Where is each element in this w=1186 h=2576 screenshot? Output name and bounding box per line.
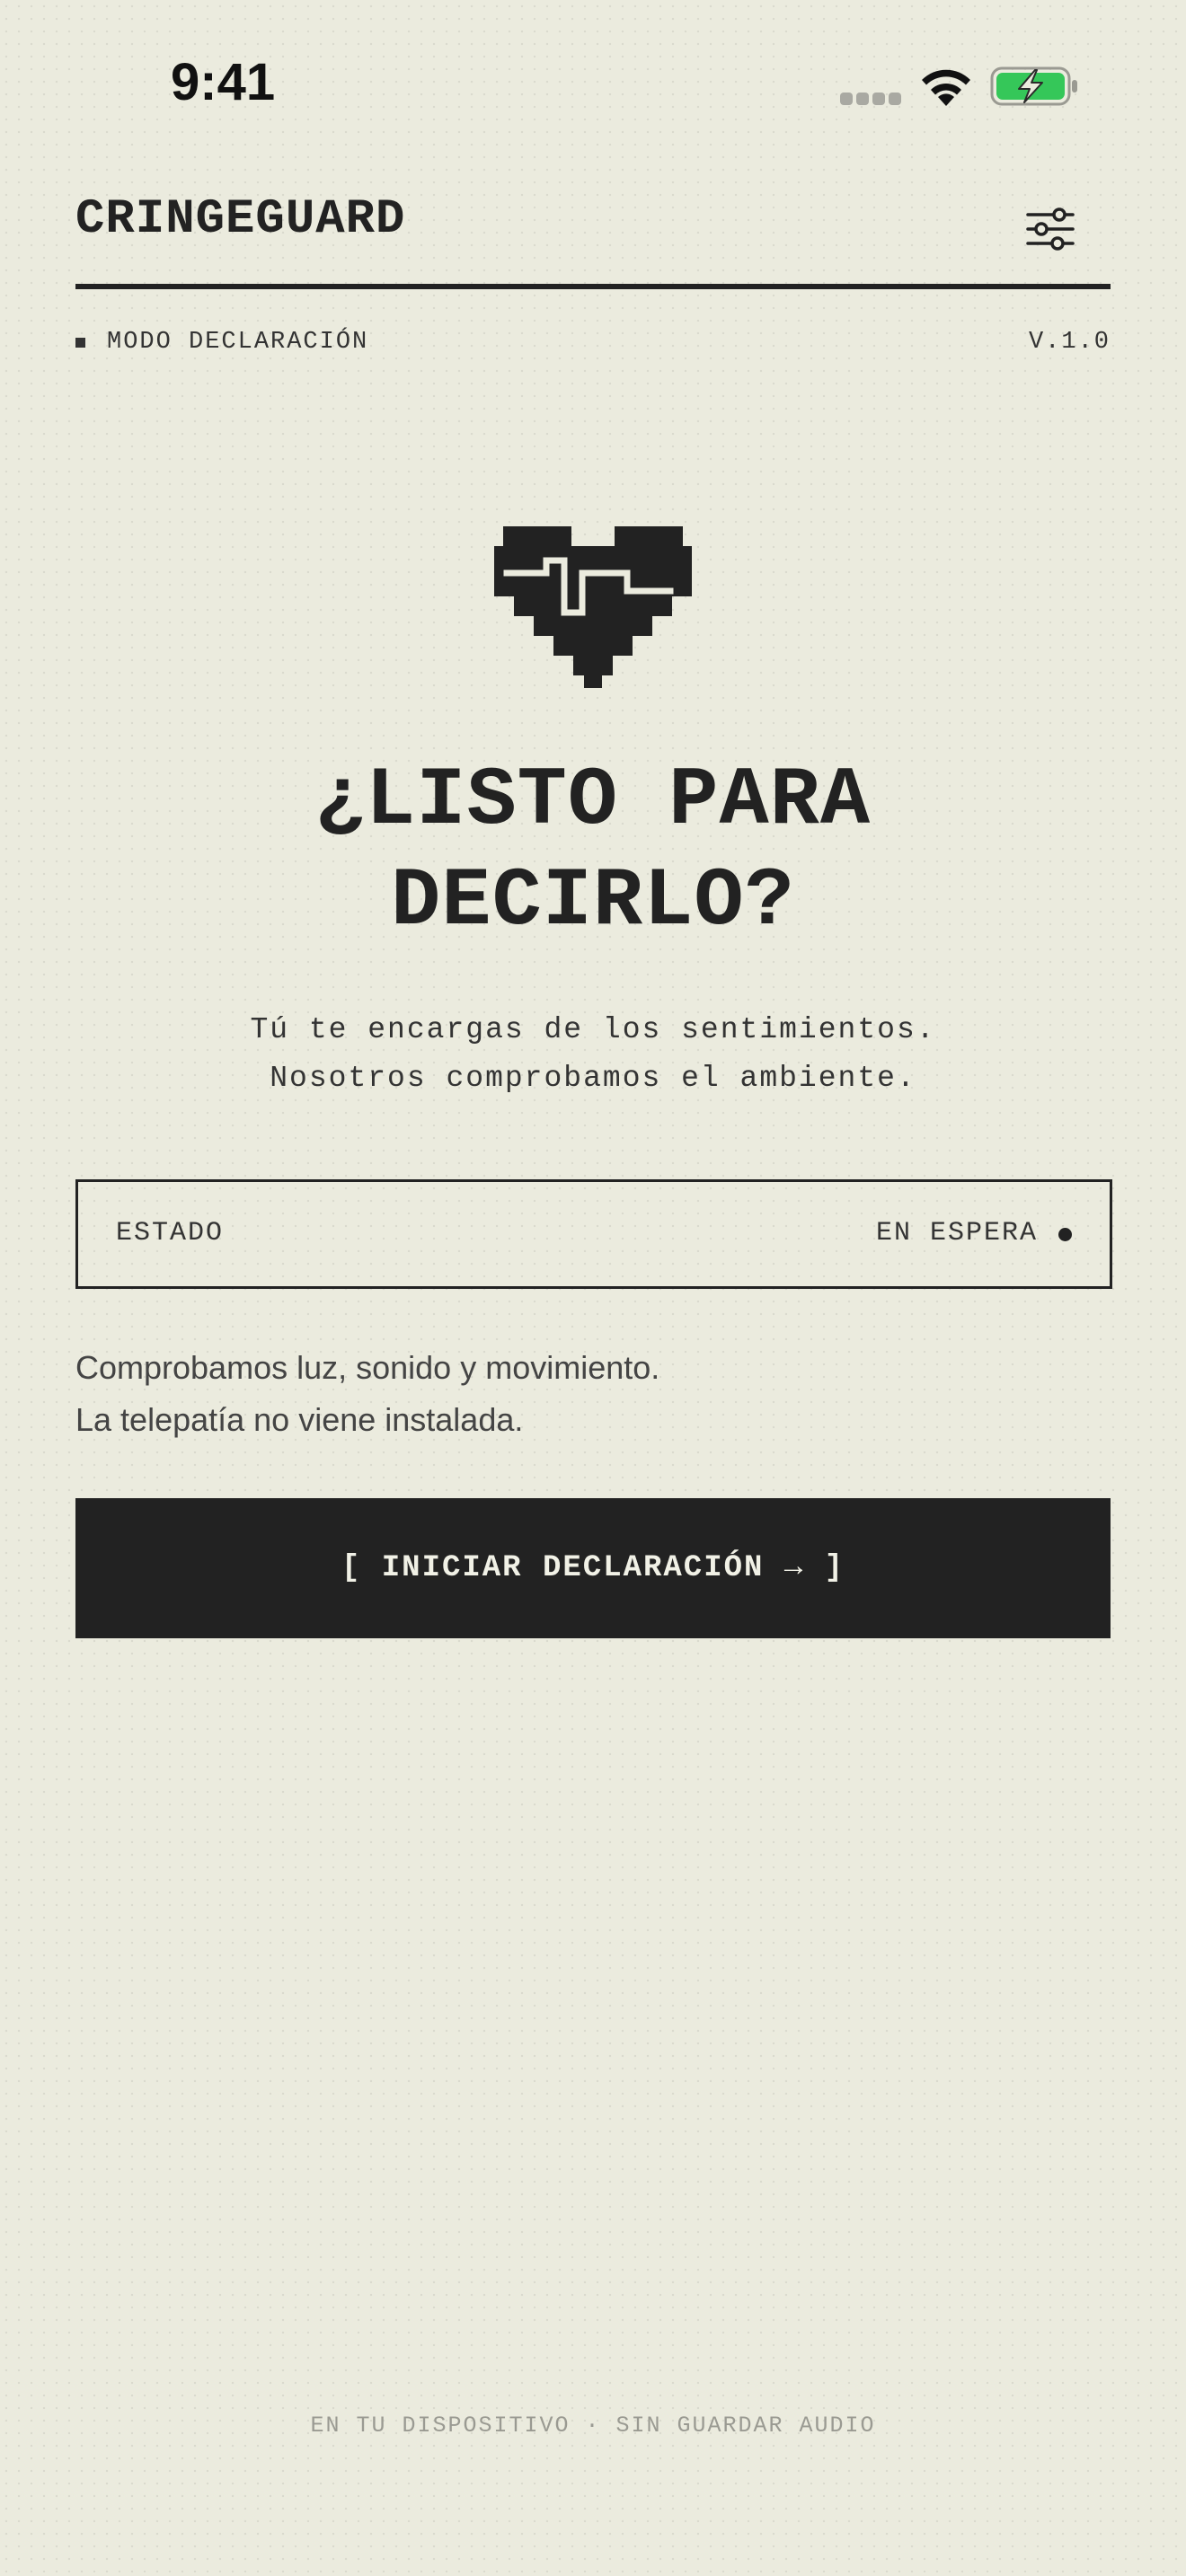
start-declaration-button[interactable]: [ INICIAR DECLARACIÓN → ] <box>75 1498 1111 1638</box>
hero-subline-line2: Nosotros comprobamos el ambiente. <box>270 1062 916 1095</box>
status-time: 9:41 <box>171 53 276 111</box>
status-box: ESTADO EN ESPERA <box>75 1179 1112 1289</box>
start-declaration-label: [ INICIAR DECLARACIÓN → ] <box>341 1551 845 1585</box>
mode-indicator: MODO DECLARACIÓN <box>75 329 368 356</box>
pixel-heart-pulse-icon <box>494 526 692 688</box>
hero-headline-line2: DECIRLO? <box>391 854 795 948</box>
mode-label: MODO DECLARACIÓN <box>107 329 369 356</box>
battery-charging-icon <box>990 65 1080 108</box>
signal-icon <box>840 93 901 105</box>
wifi-icon <box>916 63 976 110</box>
version-label: V.1.0 <box>1028 329 1111 356</box>
app-brand-title: CRINGEGUARD <box>75 192 406 247</box>
hero-headline-line1: ¿LISTO PARA <box>314 754 872 848</box>
privacy-footer: EN TU DISPOSITIVO · SIN GUARDAR AUDIO <box>310 2413 876 2439</box>
status-value: EN ESPERA <box>875 1218 1038 1248</box>
square-bullet-icon <box>75 337 85 348</box>
hero-headline: ¿LISTO PARA DECIRLO? <box>0 751 1186 952</box>
status-dot-icon <box>1058 1228 1072 1241</box>
info-line2: La telepatía no viene instalada. <box>75 1401 524 1438</box>
header-divider <box>75 284 1111 289</box>
hero-subline-line1: Tú te encargas de los sentimientos. <box>250 1013 936 1046</box>
info-line1: Comprobamos luz, sonido y movimiento. <box>75 1349 660 1386</box>
settings-button[interactable] <box>1013 199 1087 259</box>
sliders-icon <box>1026 207 1075 251</box>
status-label: ESTADO <box>116 1218 225 1248</box>
